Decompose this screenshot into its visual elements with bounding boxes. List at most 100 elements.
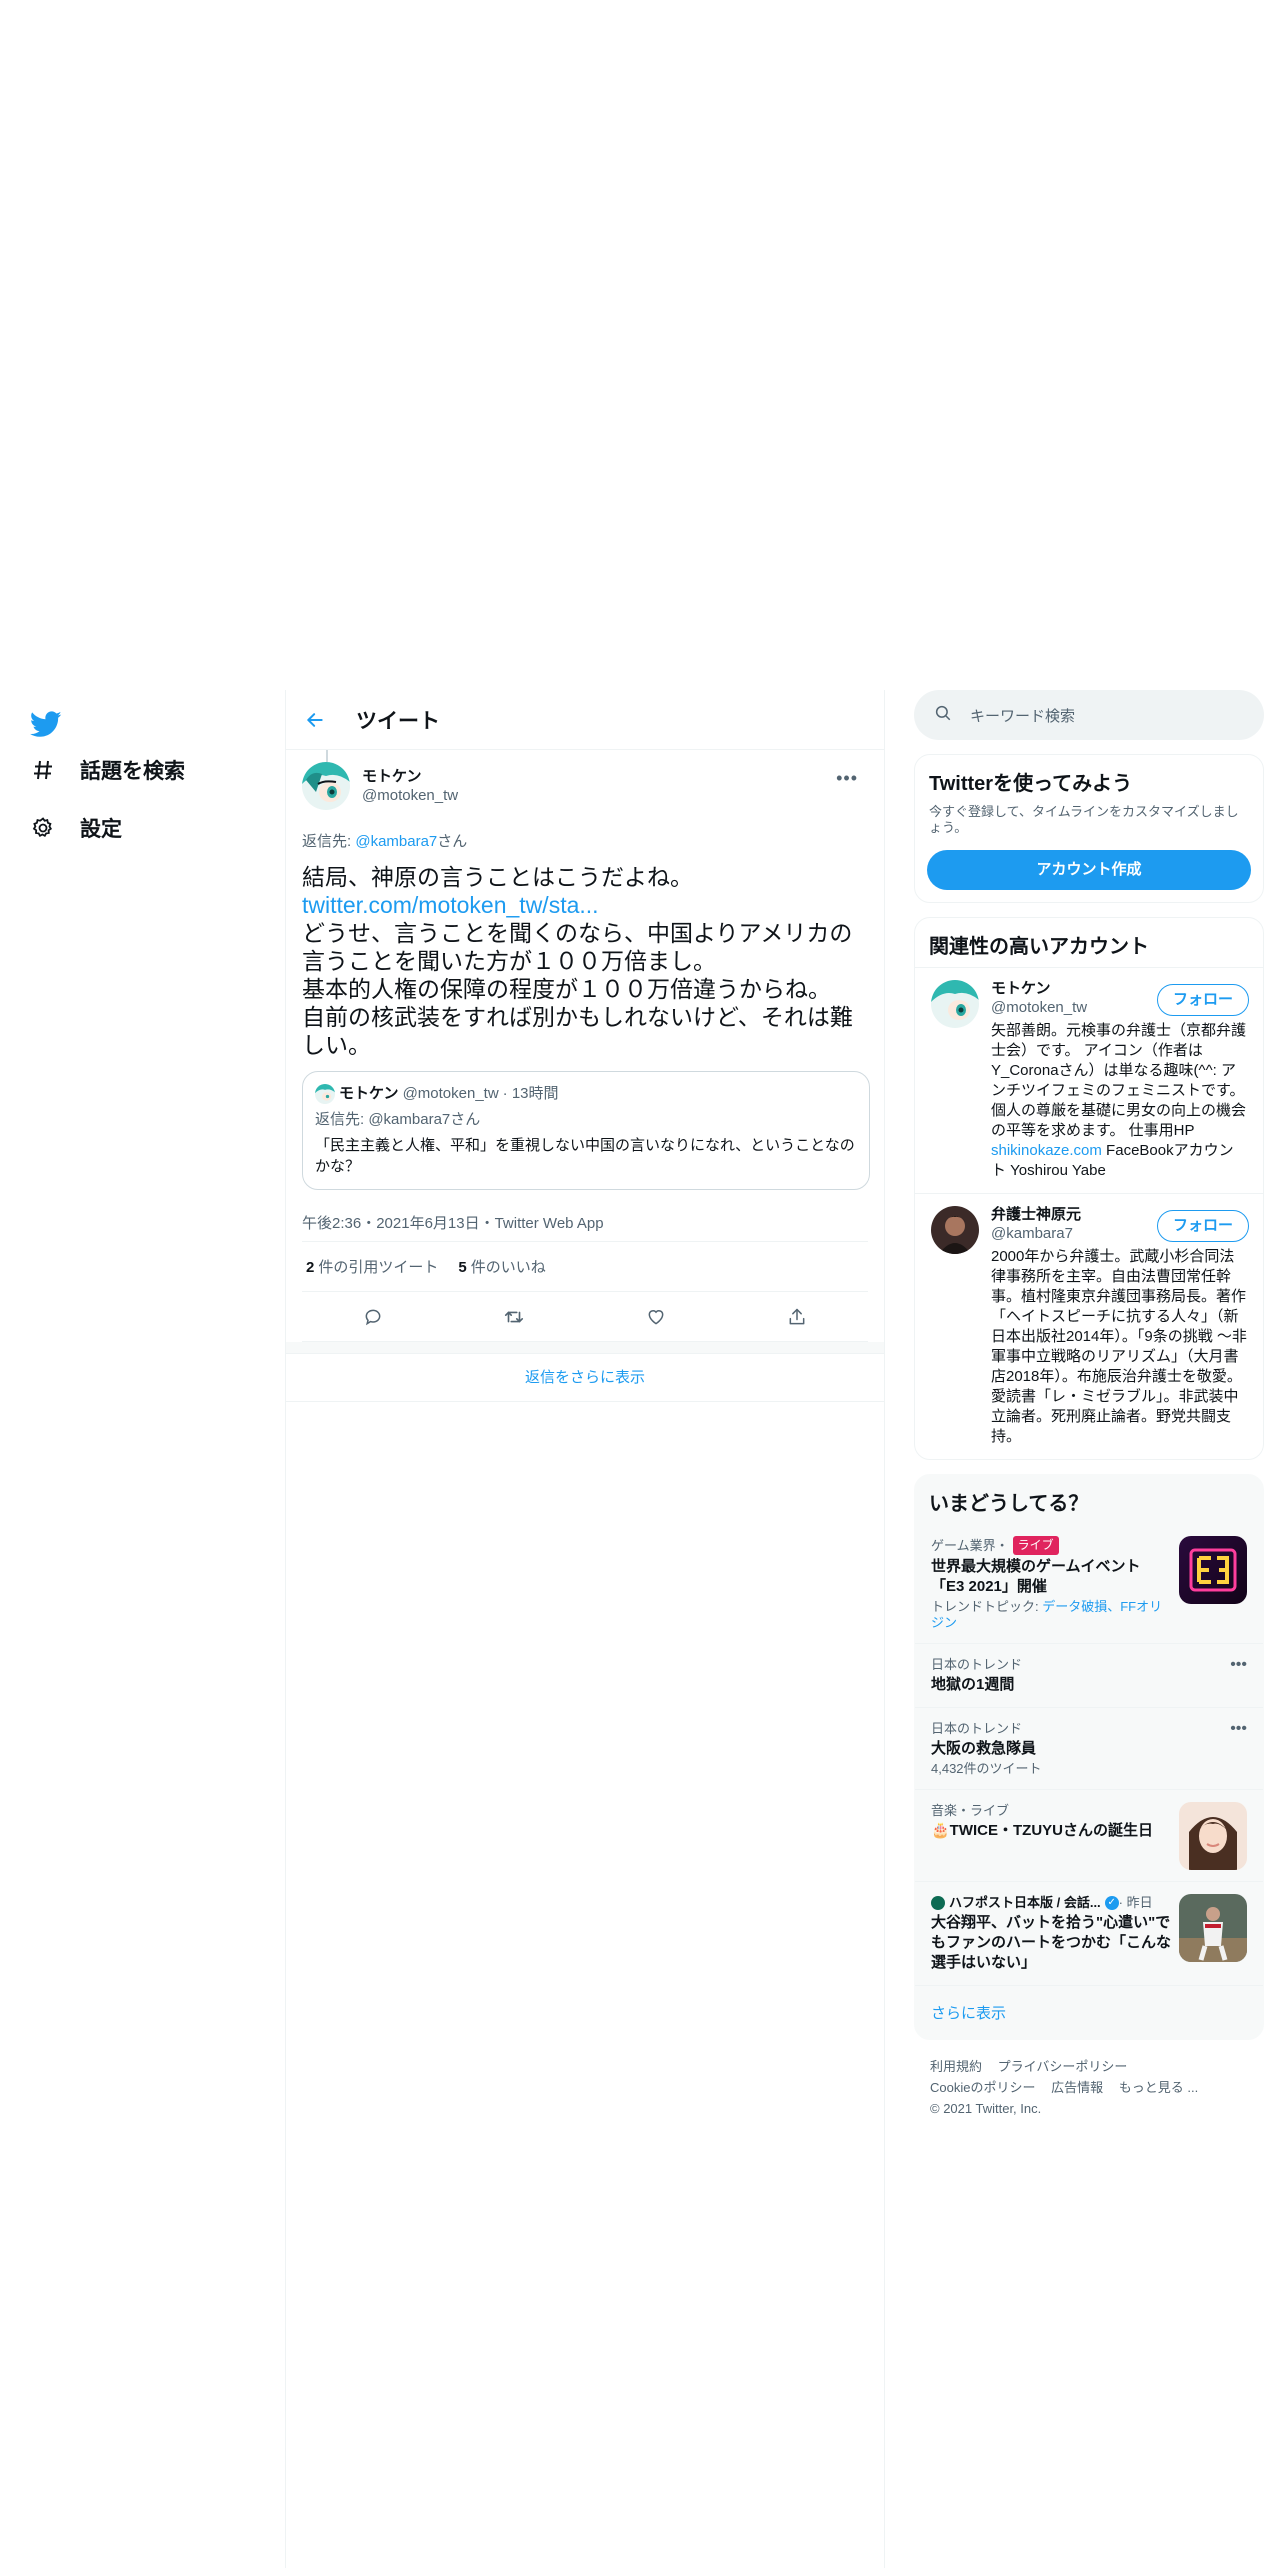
more-options-icon[interactable]: ••• xyxy=(1230,1720,1247,1738)
reply-icon[interactable] xyxy=(355,1299,391,1335)
tweet-body: 結局、神原の言うことはこうだよね。 twitter.com/motoken_tw… xyxy=(302,863,862,1059)
avatar xyxy=(931,980,979,1028)
copyright: © 2021 Twitter, Inc. xyxy=(930,2101,1042,2116)
huffpost-icon xyxy=(931,1895,945,1910)
back-arrow-icon[interactable] xyxy=(298,703,332,737)
tweet-text-line: 結局、神原の言うことはこうだよね。 xyxy=(302,864,693,890)
avatar xyxy=(315,1084,335,1104)
footer-link-ads[interactable]: 広告情報 xyxy=(1051,2080,1103,2095)
trend-category: ハフポスト日本版 / 会話... ✓ · 昨日 xyxy=(931,1894,1171,1911)
nav-item-label: 話題を検索 xyxy=(80,760,185,783)
trend-item[interactable]: ゲーム業界・ ライブ 世界最大規模のゲームイベント「E3 2021」開催 トレンド… xyxy=(915,1524,1263,1643)
likes-count: 5 xyxy=(458,1259,467,1276)
account-bio-link[interactable]: shikinokaze.com xyxy=(991,1142,1102,1159)
trends-see-more-link[interactable]: さらに表示 xyxy=(915,1985,1263,2039)
search-icon xyxy=(934,704,952,727)
author-name: モトケン xyxy=(362,768,422,785)
quote-tweets-stat[interactable]: 2 件の引用ツイート xyxy=(306,1256,438,1277)
footer-link-terms[interactable]: 利用規約 xyxy=(930,2059,982,2074)
reply-suffix: さん xyxy=(437,833,468,850)
page-title: ツイート xyxy=(356,709,440,733)
main-column: ツイート モトケン @motoken_tw ••• 返信先: @kambara7… xyxy=(285,690,885,2568)
follow-button[interactable]: フォロー xyxy=(1157,1210,1249,1242)
trend-item[interactable]: ハフポスト日本版 / 会話... ✓ · 昨日 大谷翔平、バットを拾う"心遣い"… xyxy=(915,1881,1263,1985)
trend-item[interactable]: 日本のトレンド 大阪の救急隊員 4,432件のツイート ••• xyxy=(915,1707,1263,1789)
trend-title: 🎂TWICE・TZUYUさんの誕生日 xyxy=(931,1822,1153,1839)
tweet-text-rest: どうせ、言うことを聞くのなら、中国よりアメリカの言うことを聞いた方が１００万倍ま… xyxy=(302,920,853,1058)
footer-link-more[interactable]: もっと見る ... xyxy=(1119,2080,1198,2095)
trend-category: 日本のトレンド xyxy=(931,1657,1023,1672)
show-more-replies-link[interactable]: 返信をさらに表示 xyxy=(286,1354,884,1402)
more-options-icon[interactable]: ••• xyxy=(836,768,858,789)
nav-item-explore[interactable]: 話題を検索 xyxy=(30,750,185,790)
twitter-logo-icon[interactable] xyxy=(30,708,62,740)
account-bio: 2000年から弁護士。武蔵小杉合同法律事務所を主宰。自由法曹団常任幹事。植村隆東… xyxy=(991,1248,1247,1445)
trend-sub-prefix: トレンドトピック: xyxy=(931,1599,1043,1614)
main-header: ツイート xyxy=(286,690,884,750)
footer-link-privacy[interactable]: プライバシーポリシー xyxy=(998,2059,1128,2074)
quote-header: モトケン @motoken_tw · 13時間 xyxy=(315,1084,857,1104)
reply-to-link[interactable]: @kambara7 xyxy=(355,833,437,850)
live-badge: ライブ xyxy=(1012,1536,1059,1555)
hashtag-icon xyxy=(30,757,56,783)
avatar[interactable] xyxy=(302,762,350,810)
trend-title: 世界最大規模のゲームイベント「E3 2021」開催 xyxy=(931,1558,1141,1595)
e3-thumbnail xyxy=(1179,1536,1247,1604)
quote-author-handle: @motoken_tw xyxy=(402,1085,499,1102)
follow-button[interactable]: フォロー xyxy=(1157,984,1249,1016)
trend-source: ハフポスト日本版 / 会話... xyxy=(949,1895,1101,1910)
likes-label: 件のいいね xyxy=(470,1259,546,1276)
account-item[interactable]: モトケン @motoken_tw 矢部善朗。元検事の弁護士（京都弁護士会）です。… xyxy=(915,967,1263,1193)
reply-prefix: 返信先: xyxy=(302,833,356,850)
account-bio-text: 矢部善朗。元検事の弁護士（京都弁護士会）です。 アイコン（作者はY_Corona… xyxy=(991,1022,1247,1139)
like-icon[interactable] xyxy=(638,1299,674,1335)
search-input[interactable]: キーワード検索 xyxy=(914,690,1264,740)
trend-item[interactable]: 音楽・ライブ 🎂TWICE・TZUYUさんの誕生日 xyxy=(915,1789,1263,1881)
trend-category: 日本のトレンド xyxy=(931,1721,1023,1736)
tweet-timestamp[interactable]: 午後2:36・2021年6月13日・Twitter Web App xyxy=(302,1206,868,1242)
quote-time: · 13時間 xyxy=(502,1085,559,1102)
quote-author-name: モトケン xyxy=(339,1085,399,1102)
reply-to-line: 返信先: @kambara7さん xyxy=(302,830,868,851)
create-account-button[interactable]: アカウント作成 xyxy=(927,850,1251,890)
quote-tweets-count: 2 xyxy=(306,1259,315,1276)
tweet-header: モトケン @motoken_tw ••• xyxy=(302,750,868,810)
trend-category: 音楽・ライブ xyxy=(931,1803,1010,1818)
avatar xyxy=(931,1206,979,1254)
quote-reply-to: 返信先: @kambara7さん xyxy=(315,1111,481,1128)
trend-tweet-count: 4,432件のツイート xyxy=(931,1761,1042,1776)
signup-title: Twitterを使ってみよう xyxy=(929,773,1133,795)
focused-tweet: モトケン @motoken_tw ••• 返信先: @kambara7さん 結局… xyxy=(286,750,884,1342)
share-icon[interactable] xyxy=(779,1299,815,1335)
trend-time: · 昨日 xyxy=(1118,1895,1153,1910)
account-bio: 矢部善朗。元検事の弁護士（京都弁護士会）です。 アイコン（作者はY_Corona… xyxy=(991,1021,1247,1181)
trends-card: いまどうしてる？ ゲーム業界・ ライブ 世界最大規模のゲームイベント「E3 202… xyxy=(914,1474,1264,2040)
tweet-author[interactable]: モトケン @motoken_tw xyxy=(362,767,458,805)
quoted-tweet[interactable]: モトケン @motoken_tw · 13時間 返信先: @kambara7さん… xyxy=(302,1071,870,1190)
retweet-icon[interactable] xyxy=(496,1299,532,1335)
verified-badge-icon: ✓ xyxy=(1104,1895,1119,1910)
signup-card: Twitterを使ってみよう 今すぐ登録して、タイムラインをカスタマイズしましょ… xyxy=(914,754,1264,903)
sidebar-footer: 利用規約 プライバシーポリシー Cookieのポリシー 広告情報 もっと見る .… xyxy=(914,2056,1264,2119)
tweet-link[interactable]: twitter.com/motoken_tw/sta... xyxy=(302,891,862,919)
tweet-actions xyxy=(302,1292,868,1342)
baseball-thumbnail xyxy=(1179,1894,1247,1962)
author-handle: @motoken_tw xyxy=(362,787,459,804)
trend-category-text: ゲーム業界・ xyxy=(931,1538,1009,1553)
trend-title: 地獄の1週間 xyxy=(931,1676,1015,1693)
tweet-stats: 2 件の引用ツイート 5 件のいいね xyxy=(302,1242,868,1292)
signup-description: 今すぐ登録して、タイムラインをカスタマイズしましょう。 xyxy=(929,804,1239,835)
trend-subtitle: トレンドトピック: データ破損、FFオリジン xyxy=(931,1599,1171,1631)
trend-title: 大谷翔平、バットを拾う"心遣い"でもファンのハートをつかむ「こんな選手はいない」 xyxy=(931,1914,1172,1971)
trends-title: いまどうしてる？ xyxy=(929,1493,1089,1515)
nav-item-settings[interactable]: 設定 xyxy=(30,808,122,848)
likes-stat[interactable]: 5 件のいいね xyxy=(458,1256,545,1277)
trend-title: 大阪の救急隊員 xyxy=(931,1740,1037,1757)
more-options-icon[interactable]: ••• xyxy=(1230,1656,1247,1674)
account-item[interactable]: 弁護士神原元 @kambara7 2000年から弁護士。武蔵小杉合同法律事務所を… xyxy=(915,1193,1263,1459)
trend-item[interactable]: 日本のトレンド 地獄の1週間 ••• xyxy=(915,1643,1263,1707)
footer-link-cookies[interactable]: Cookieのポリシー xyxy=(930,2080,1035,2095)
quote-tweets-label: 件の引用ツイート xyxy=(318,1259,439,1276)
gear-icon xyxy=(30,815,56,841)
trend-category: ゲーム業界・ ライブ xyxy=(931,1536,1171,1555)
